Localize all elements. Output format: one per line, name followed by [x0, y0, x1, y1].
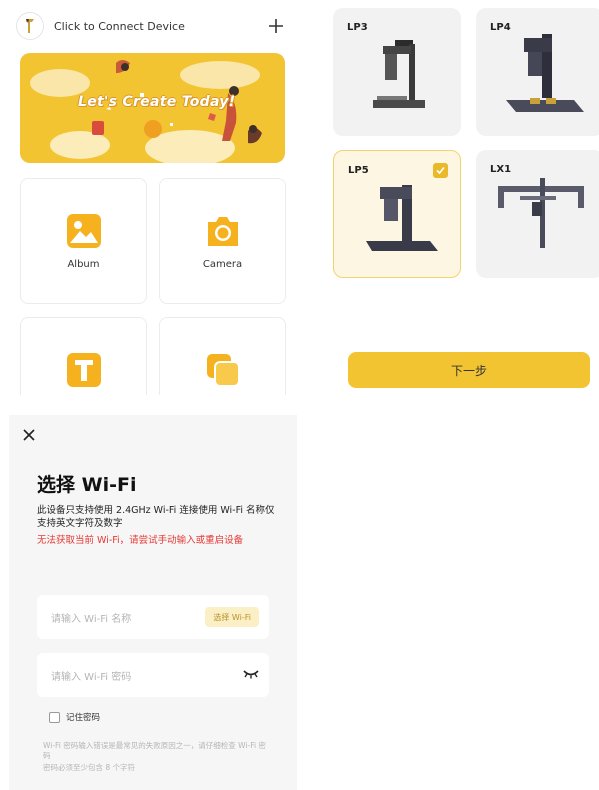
- layers-icon: [207, 354, 240, 387]
- laser-engraver-icon: [498, 178, 584, 248]
- wifi-description: 此设备只支持使用 2.4GHz Wi-Fi 连接使用 Wi-Fi 名称仅支持英文…: [37, 505, 275, 529]
- wifi-name-field[interactable]: 请输入 Wi-Fi 名称 选择 Wi-Fi: [37, 595, 269, 639]
- device-card-lp4[interactable]: LP4: [476, 8, 599, 136]
- remember-password-checkbox[interactable]: [49, 711, 60, 723]
- device-card-lx1[interactable]: LX1: [476, 150, 599, 278]
- wifi-error-message: 无法获取当前 Wi-Fi，请尝试手动输入或重启设备: [37, 535, 244, 546]
- device-select-screen: LP3 LP4 LP5 LX1 下一步: [330, 0, 599, 395]
- promo-banner[interactable]: Let's Create Today!: [20, 53, 285, 163]
- add-device-button[interactable]: [264, 14, 288, 38]
- wifi-select-screen: 选择 Wi-Fi 此设备只支持使用 2.4GHz Wi-Fi 连接使用 Wi-F…: [9, 415, 297, 790]
- home-screen: Click to Connect Device Let's Create Tod…: [0, 0, 300, 395]
- home-header: Click to Connect Device: [16, 10, 292, 42]
- remember-password-option[interactable]: 记住密码: [49, 711, 100, 723]
- text-tile[interactable]: [20, 317, 147, 395]
- banner-title: Let's Create Today!: [78, 94, 236, 110]
- text-icon: [67, 353, 101, 387]
- image-icon: [67, 214, 101, 248]
- camera-tile[interactable]: Camera: [159, 178, 286, 304]
- wifi-tip-text: 密码必须至少包含 8 个字符: [43, 763, 136, 772]
- wifi-tip-text: Wi-Fi 密码输入错误是最常见的失败原因之一，请仔细检查 Wi-Fi 密码: [43, 741, 266, 760]
- close-icon[interactable]: [21, 427, 37, 443]
- page-title: 选择 Wi-Fi: [37, 474, 137, 496]
- laser-engraver-icon: [373, 40, 425, 108]
- device-logo-icon[interactable]: [16, 12, 44, 40]
- next-button[interactable]: 下一步: [348, 352, 590, 388]
- laser-engraver-icon: [506, 34, 584, 112]
- remember-password-label: 记住密码: [66, 713, 101, 723]
- device-card-lp5[interactable]: LP5: [333, 150, 461, 278]
- camera-icon: [208, 217, 238, 246]
- camera-label: Camera: [202, 259, 243, 270]
- album-label: Album: [67, 259, 100, 270]
- choose-wifi-button[interactable]: 选择 Wi-Fi: [205, 607, 259, 627]
- layers-tile[interactable]: [159, 317, 286, 395]
- eye-closed-icon[interactable]: [243, 669, 259, 679]
- wifi-password-placeholder: 请输入 Wi-Fi 密码: [51, 672, 132, 683]
- connect-device-link[interactable]: Click to Connect Device: [54, 20, 185, 33]
- wifi-password-field[interactable]: 请输入 Wi-Fi 密码: [37, 653, 269, 697]
- laser-engraver-icon: [366, 185, 438, 251]
- device-card-lp3[interactable]: LP3: [333, 8, 461, 136]
- plus-icon: [269, 19, 283, 33]
- wifi-name-placeholder: 请输入 Wi-Fi 名称: [51, 614, 132, 625]
- album-tile[interactable]: Album: [20, 178, 147, 304]
